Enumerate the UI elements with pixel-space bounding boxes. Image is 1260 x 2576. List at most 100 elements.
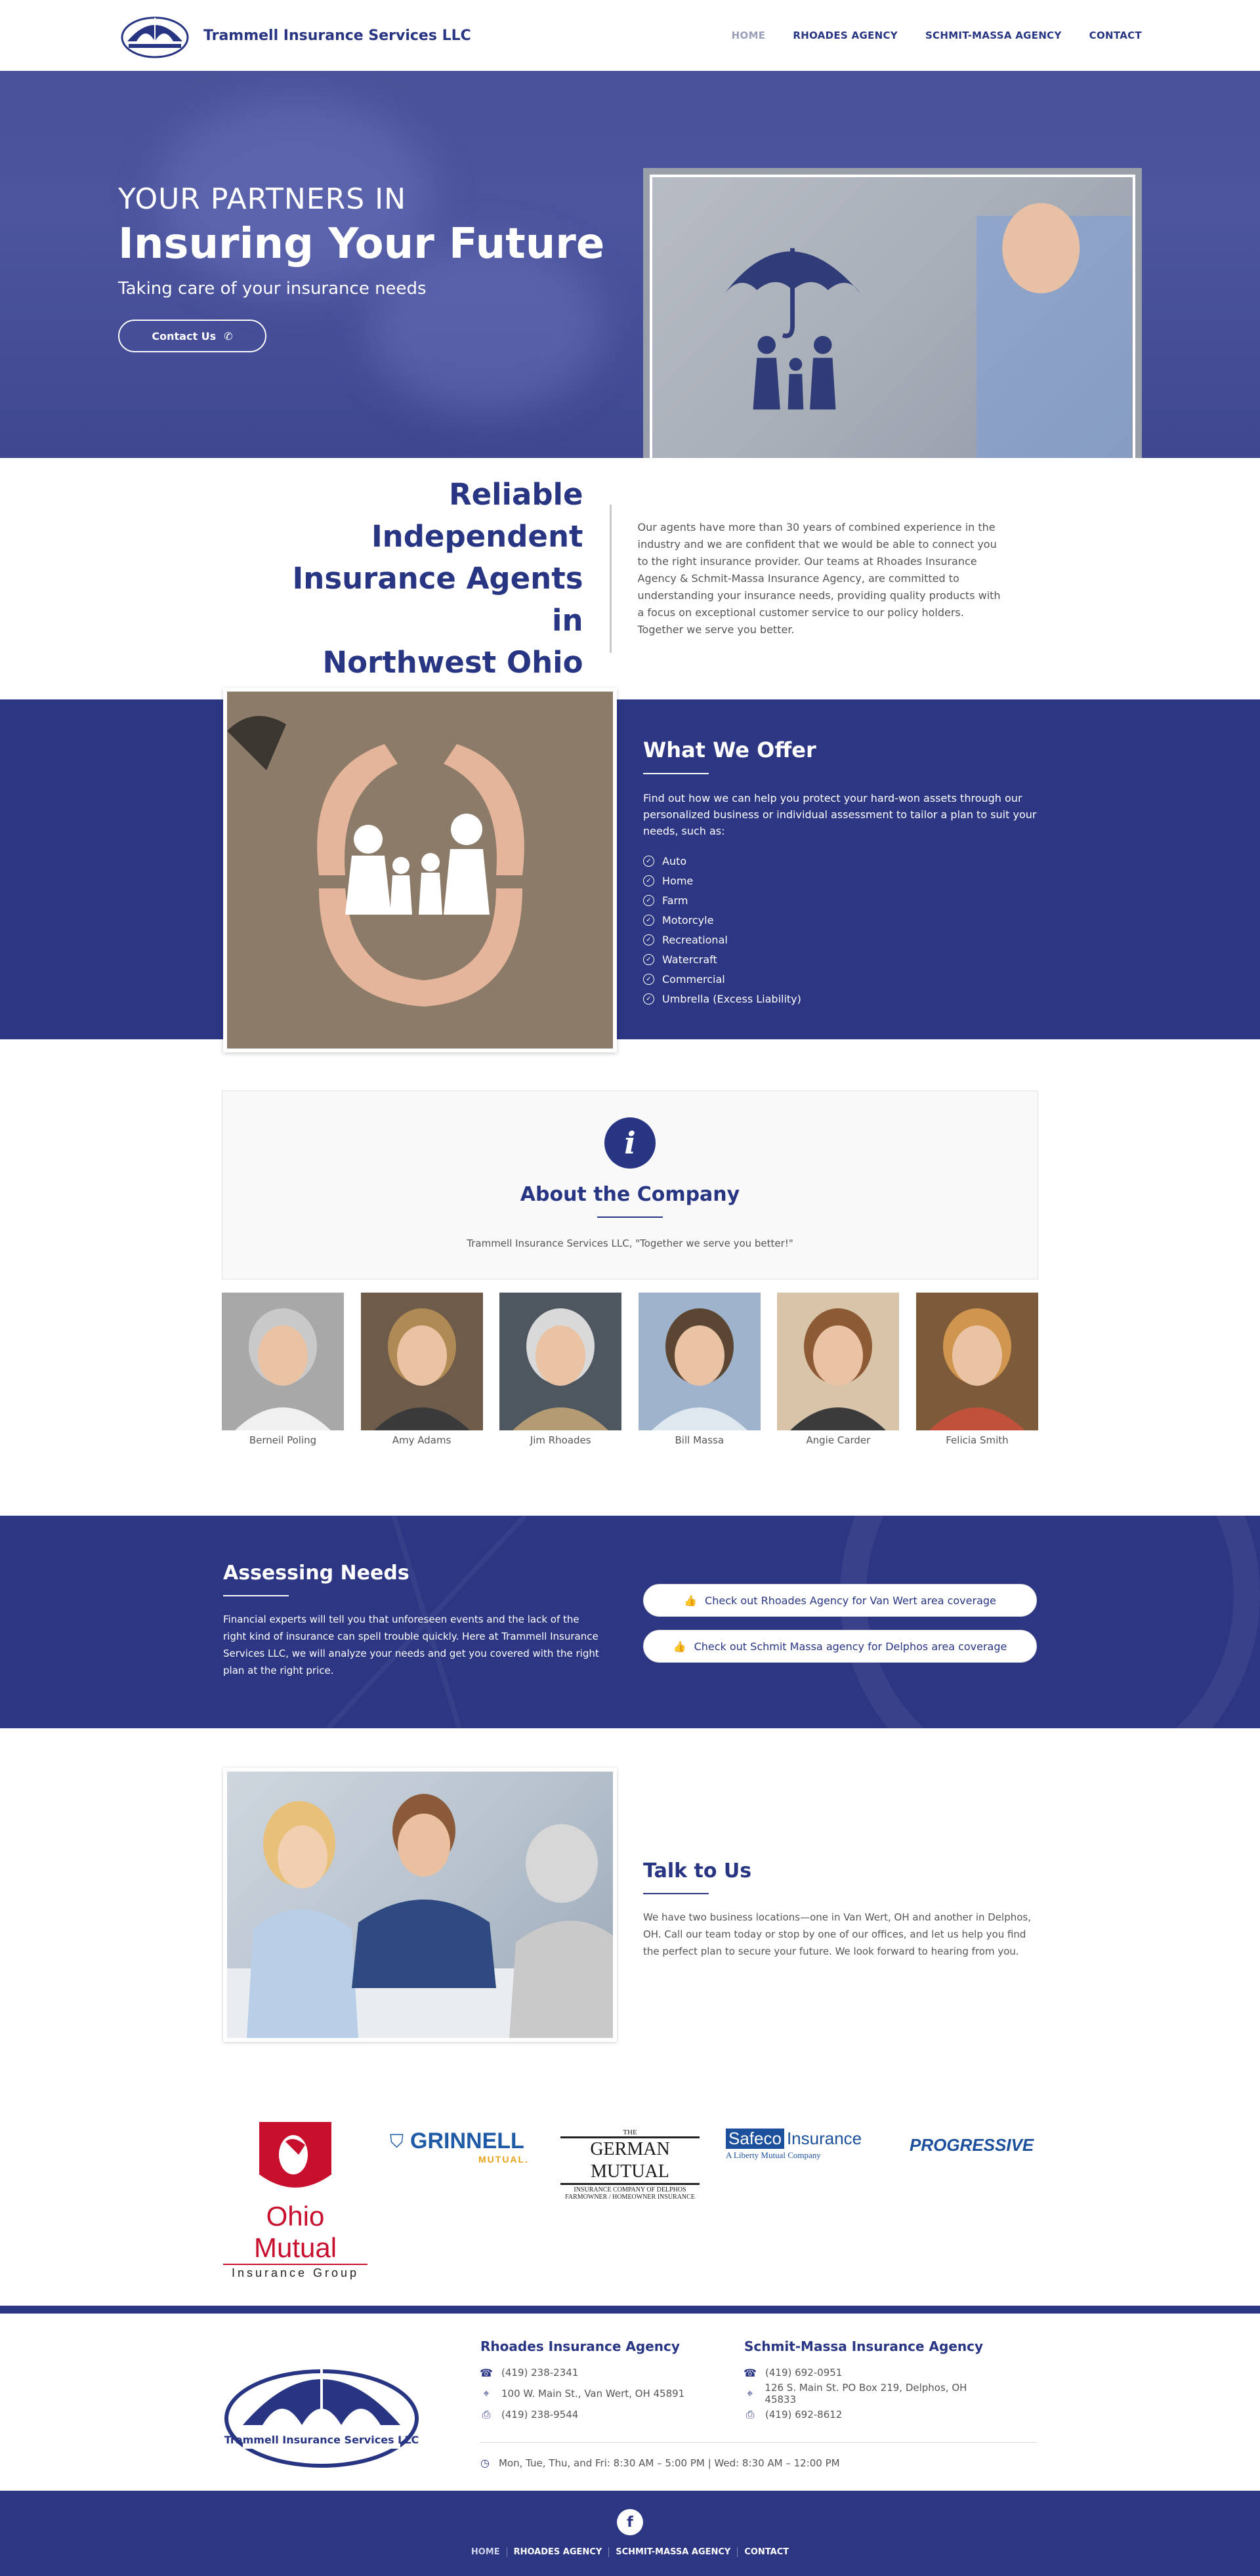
phone-icon: ☎ <box>744 2366 757 2379</box>
talk-photo <box>223 1768 617 2042</box>
assess-text: Assessing Needs Financial experts will t… <box>223 1562 604 1679</box>
rhoades-coverage-button[interactable]: 👍 Check out Rhoades Agency for Van Wert … <box>643 1584 1037 1617</box>
talk-section: Talk to Us We have two business location… <box>0 1728 1260 2083</box>
rhoades-fax: ⎙ (419) 238-9544 <box>480 2404 730 2425</box>
check-circle-icon: ✓ <box>643 875 654 886</box>
address-text: 100 W. Main St., Van Wert, OH 45891 <box>501 2388 685 2399</box>
schmit-massa-contact: Schmit-Massa Insurance Agency ☎ (419) 692… <box>744 2338 994 2425</box>
site-header: Trammell Insurance Services LLC HOME RHO… <box>0 0 1260 71</box>
ohio-mutual-logo[interactable]: Ohio Mutual Insurance Group <box>223 2115 368 2280</box>
offer-rule <box>643 773 709 774</box>
safeco-insurance: Insurance <box>786 2129 862 2148</box>
offer-item-label: Watercraft <box>662 953 717 966</box>
offer-item-label: Commercial <box>662 972 725 986</box>
team-member: Felicia Smith <box>915 1293 1038 1446</box>
check-circle-icon: ✓ <box>643 894 654 906</box>
check-circle-icon: ✓ <box>643 934 654 945</box>
talk-rule <box>643 1893 709 1894</box>
team-member-photo <box>638 1293 761 1430</box>
nav-home[interactable]: HOME <box>732 30 766 41</box>
german-mutual-sub: INSURANCE COMPANY OF DELPHOS <box>574 2186 686 2193</box>
team-member-photo <box>915 1293 1038 1430</box>
ohio-mutual-emblem-icon <box>259 2122 331 2188</box>
team-member: Jim Rhoades <box>499 1293 622 1446</box>
partner-logos: Ohio Mutual Insurance Group ⛉ GRINNELL M… <box>0 2083 1260 2306</box>
footer-divider <box>480 2442 1037 2443</box>
brand[interactable]: Trammell Insurance Services LLC <box>118 12 471 58</box>
about-section: i About the Company Trammell Insurance S… <box>0 1039 1260 1446</box>
clock-icon: ◷ <box>480 2457 490 2469</box>
offer-description: Find out how we can help you protect you… <box>643 792 1037 837</box>
intro-heading-line: Northwest Ohio <box>322 645 583 680</box>
schmit-massa-fax: ⎙ (419) 692-8612 <box>744 2404 994 2425</box>
check-circle-icon: ✓ <box>643 993 654 1005</box>
list-item: ✓ Watercraft <box>643 949 1037 969</box>
team-member: Amy Adams <box>360 1293 483 1446</box>
paper-family-icon <box>227 692 613 1049</box>
schmit-massa-address[interactable]: ⌖ 126 S. Main St. PO Box 219, Delphos, OH… <box>744 2382 994 2405</box>
hero-headline: Insuring Your Future <box>118 220 605 268</box>
footer-nav-rhoades-agency[interactable]: RHOADES AGENCY <box>506 2547 609 2557</box>
site-footer: Trammell Insurance Services LLC Rhoades … <box>0 2306 1260 2576</box>
team-grid: Berneil Poling Amy Adams Jim Rhoades Bill M… <box>222 1293 1038 1446</box>
facebook-icon[interactable]: f <box>617 2509 643 2535</box>
rhoades-contact: Rhoades Insurance Agency ☎ (419) 238-2341… <box>480 2338 730 2425</box>
brand-name: Trammell Insurance Services LLC <box>203 27 471 44</box>
check-circle-icon: ✓ <box>643 973 654 985</box>
rhoades-heading: Rhoades Insurance Agency <box>480 2338 680 2354</box>
footer-nav-schmit-massa-agency[interactable]: SCHMIT-MASSA AGENCY <box>608 2547 737 2557</box>
footer-nav: HOME RHOADES AGENCY SCHMIT-MASSA AGENCY … <box>0 2547 1260 2557</box>
team-member: Angie Carder <box>777 1293 900 1446</box>
ohio-mutual-name: Ohio Mutual <box>253 2201 337 2263</box>
progressive-logo[interactable]: PROGRESSIVE <box>910 2135 1041 2155</box>
grinnell-shield-icon: ⛉ <box>390 2130 404 2152</box>
address-text: 126 S. Main St. PO Box 219, Delphos, OH … <box>765 2382 967 2405</box>
team-member-name: Felicia Smith <box>946 1434 1009 1446</box>
check-circle-icon: ✓ <box>643 914 654 926</box>
team-member-name: Bill Massa <box>675 1434 724 1446</box>
business-hours: ◷ Mon, Tue, Thu, and Fri: 8:30 AM – 5:00… <box>480 2457 840 2469</box>
thumbs-up-icon: 👍 <box>673 1640 686 1653</box>
offer-section: What We Offer Find out how we can help y… <box>0 688 1260 1052</box>
list-item: ✓ Umbrella (Excess Liability) <box>643 989 1037 1008</box>
schmit-massa-phone[interactable]: ☎ (419) 692-0951 <box>744 2362 994 2383</box>
footer-nav-contact[interactable]: CONTACT <box>737 2547 795 2557</box>
offer-item-label: Farm <box>662 894 688 907</box>
team-member: Berneil Poling <box>222 1293 344 1446</box>
ohio-mutual-sub: Insurance Group <box>223 2264 368 2280</box>
footer-bottom: f HOME RHOADES AGENCY SCHMIT-MASSA AGENC… <box>0 2491 1260 2576</box>
offer-item-label: Motorcyle <box>662 913 714 926</box>
fax-text: (419) 238-9544 <box>501 2409 579 2420</box>
assess-section: Assessing Needs Financial experts will t… <box>0 1516 1260 1728</box>
offer-item-label: Home <box>662 874 694 887</box>
rhoades-phone[interactable]: ☎ (419) 238-2341 <box>480 2362 730 2383</box>
footer-nav-home[interactable]: HOME <box>465 2547 507 2557</box>
team-member-name: Angie Carder <box>806 1434 871 1446</box>
grinnell-logo[interactable]: ⛉ GRINNELL MUTUAL. <box>390 2129 534 2165</box>
main-nav: HOME RHOADES AGENCY SCHMIT-MASSA AGENCY … <box>732 30 1142 41</box>
phone-icon: ✆ <box>224 329 233 343</box>
nav-schmit-massa-agency[interactable]: SCHMIT-MASSA AGENCY <box>925 30 1062 41</box>
nav-rhoades-agency[interactable]: RHOADES AGENCY <box>793 30 898 41</box>
meeting-people-icon <box>227 1794 613 2038</box>
footer-contact: Trammell Insurance Services LLC Rhoades … <box>0 2306 1260 2491</box>
german-mutual-name: GERMAN MUTUAL <box>560 2136 700 2185</box>
german-mutual-logo[interactable]: THE GERMAN MUTUAL INSURANCE COMPANY OF D… <box>560 2129 700 2201</box>
phone-text: (419) 238-2341 <box>501 2367 579 2379</box>
phone-icon: ☎ <box>480 2366 493 2379</box>
about-tagline: Trammell Insurance Services LLC, "Togeth… <box>467 1237 793 1249</box>
rhoades-address[interactable]: ⌖ 100 W. Main St., Van Wert, OH 45891 <box>480 2383 730 2404</box>
hero-subtitle: YOUR PARTNERS IN <box>118 182 407 216</box>
info-icon: i <box>604 1117 656 1169</box>
nav-contact[interactable]: CONTACT <box>1089 30 1142 41</box>
team-member-photo <box>499 1293 622 1430</box>
intro-body: Our agents have more than 30 years of co… <box>637 521 1001 636</box>
schmit-massa-coverage-button[interactable]: 👍 Check out Schmit Massa agency for Delp… <box>643 1630 1037 1663</box>
compass-watermark-icon <box>326 1516 1260 1728</box>
intro-section: Reliable Independent Insurance Agents in… <box>0 458 1260 699</box>
list-item: ✓ Home <box>643 871 1037 890</box>
footer-logo-text: Trammell Insurance Services LLC <box>224 2434 419 2446</box>
contact-us-button[interactable]: Contact Us ✆ <box>118 320 266 352</box>
safeco-logo[interactable]: Safeco Insurance A Liberty Mutual Compan… <box>726 2129 877 2161</box>
check-circle-icon: ✓ <box>643 953 654 965</box>
